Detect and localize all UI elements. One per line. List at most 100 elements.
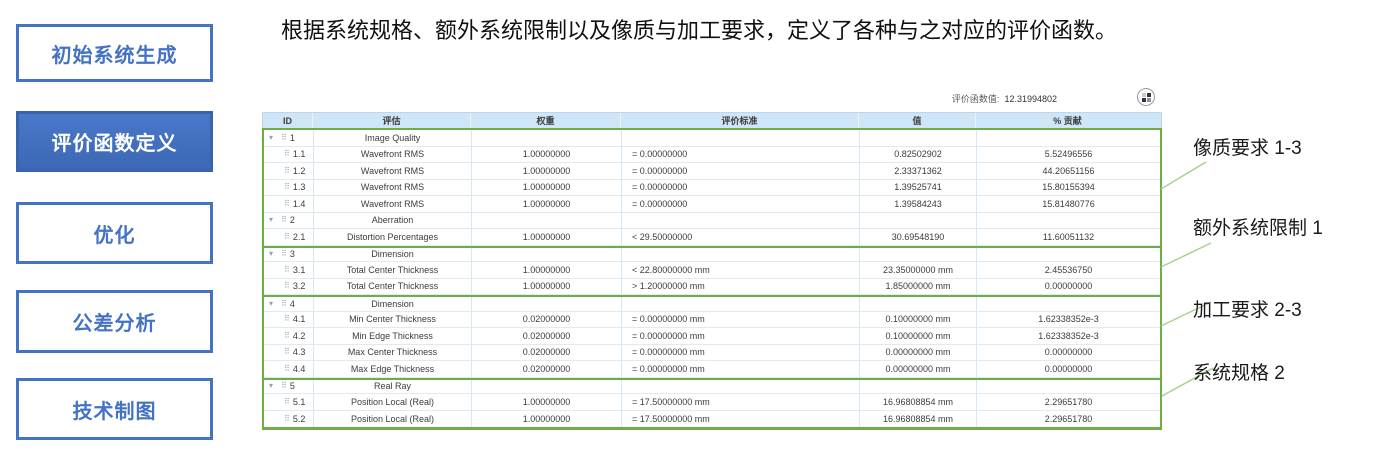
annotation-system-specifications: 系统规格 2: [1193, 358, 1285, 385]
header-cell-contribution[interactable]: % 贡献: [976, 113, 1159, 128]
sidebar-item-technical-drawing[interactable]: 技术制图: [16, 378, 213, 440]
cell-value: 2.33371362: [860, 163, 977, 179]
cell-criterion: [622, 130, 860, 146]
drag-handle-icon[interactable]: ⠿: [284, 348, 290, 356]
cell-weight: 0.02000000: [472, 328, 622, 344]
chevron-down-icon[interactable]: ▾: [269, 216, 278, 224]
cell-value: [860, 213, 977, 229]
cell-weight: 0.02000000: [472, 345, 622, 361]
cell-weight: 1.00000000: [472, 180, 622, 196]
table-row[interactable]: ⠿5.2Position Local (Real)1.00000000= 17.…: [264, 411, 1160, 428]
cell-criterion: = 17.50000000 mm: [622, 411, 860, 428]
drag-handle-icon[interactable]: ⠿: [284, 415, 290, 423]
drag-handle-icon[interactable]: ⠿: [284, 233, 290, 241]
annotation-extra-system-constraints: 额外系统限制 1: [1193, 213, 1323, 240]
merit-value: 12.31994802: [1004, 94, 1057, 104]
table-row[interactable]: ⠿1.3 Wavefront RMS1.00000000= 0.000000001…: [264, 180, 1160, 197]
cell-criterion: [622, 380, 860, 394]
table-row[interactable]: ⠿4.1Min Center Thickness0.02000000= 0.00…: [264, 312, 1160, 329]
drag-handle-icon[interactable]: ⠿: [284, 365, 290, 373]
cell-weight: 1.00000000: [472, 229, 622, 245]
cell-weight: 1.00000000: [472, 394, 622, 410]
drag-handle-icon[interactable]: ⠿: [284, 315, 290, 323]
cell-weight: 1.00000000: [472, 279, 622, 295]
cell-evaluation: Position Local (Real): [314, 394, 472, 410]
cell-criterion: = 0.00000000 mm: [622, 345, 860, 361]
sidebar-item-label: 技术制图: [73, 395, 157, 424]
drag-handle-icon[interactable]: ⠿: [281, 250, 287, 258]
row-id: 4: [290, 299, 295, 309]
drag-handle-icon[interactable]: ⠿: [284, 200, 290, 208]
cell-id: ▾⠿2: [264, 213, 314, 229]
cell-criterion: = 0.00000000: [622, 147, 860, 163]
cell-evaluation: Dimension: [314, 297, 472, 311]
header-cell-criterion[interactable]: 评价标准: [621, 113, 859, 128]
table-row[interactable]: ⠿3.1Total Center Thickness1.00000000< 22…: [264, 262, 1160, 279]
drag-handle-icon[interactable]: ⠿: [284, 266, 290, 274]
drag-handle-icon[interactable]: ⠿: [284, 150, 290, 158]
row-id: 1.3: [293, 182, 306, 192]
merit-value-label: 评价函数值:: [952, 94, 1000, 104]
cell-id: ⠿4.4: [264, 361, 314, 377]
row-id: 1.2: [293, 166, 306, 176]
cell-contribution: 2.29651780: [977, 394, 1160, 410]
table-row[interactable]: ▾⠿2Aberration: [264, 213, 1160, 230]
sidebar-item-merit-function-definition[interactable]: 评价函数定义: [16, 111, 213, 172]
drag-handle-icon[interactable]: ⠿: [281, 216, 287, 224]
slide-canvas: 初始系统生成 评价函数定义 优化 公差分析 技术制图 根据系统规格、额外系统限制…: [0, 0, 1383, 453]
cell-value: 1.85000000 mm: [860, 279, 977, 295]
table-row[interactable]: ⠿4.2Min Edge Thickness0.02000000= 0.0000…: [264, 328, 1160, 345]
drag-handle-icon[interactable]: ⠿: [284, 332, 290, 340]
cell-id: ⠿4.2: [264, 328, 314, 344]
cell-criterion: [622, 297, 860, 311]
cell-contribution: 2.29651780: [977, 411, 1160, 428]
annotation-manufacturing-requirements: 加工要求 2-3: [1193, 295, 1302, 322]
table-row[interactable]: ▾⠿1Image Quality: [264, 130, 1160, 147]
cell-value: 0.10000000 mm: [860, 328, 977, 344]
table-row[interactable]: ⠿5.1Position Local (Real)1.00000000= 17.…: [264, 394, 1160, 411]
table-row[interactable]: ⠿3.2Total Center Thickness1.00000000> 1.…: [264, 279, 1160, 296]
chevron-down-icon[interactable]: ▾: [269, 300, 278, 308]
drag-handle-icon[interactable]: ⠿: [284, 398, 290, 406]
cell-criterion: [622, 248, 860, 262]
drag-handle-icon[interactable]: ⠿: [284, 282, 290, 290]
drag-handle-icon[interactable]: ⠿: [281, 382, 287, 390]
cell-contribution: 0.00000000: [977, 361, 1160, 377]
table-row[interactable]: ▾⠿4 Dimension: [264, 295, 1160, 312]
table-row[interactable]: ⠿1.4Wavefront RMS1.00000000= 0.000000001…: [264, 196, 1160, 213]
row-id: 4.3: [293, 347, 306, 357]
table-row[interactable]: ▾⠿3Dimension: [264, 246, 1160, 263]
drag-handle-icon[interactable]: ⠿: [281, 300, 287, 308]
chevron-down-icon[interactable]: ▾: [269, 134, 278, 142]
cell-evaluation: Wavefront RMS: [314, 180, 472, 196]
drag-handle-icon[interactable]: ⠿: [284, 167, 290, 175]
table-row[interactable]: ⠿4.3Max Center Thickness0.02000000= 0.00…: [264, 345, 1160, 362]
sidebar-item-optimization[interactable]: 优化: [16, 202, 213, 264]
sidebar-item-tolerance-analysis[interactable]: 公差分析: [16, 290, 213, 353]
header-cell-value[interactable]: 值: [859, 113, 976, 128]
header-cell-weight[interactable]: 权重: [471, 113, 621, 128]
cell-weight: 1.00000000: [472, 411, 622, 428]
sidebar-item-initial-system-generation[interactable]: 初始系统生成: [16, 24, 213, 82]
chevron-down-icon[interactable]: ▾: [269, 250, 278, 258]
drag-handle-icon[interactable]: ⠿: [284, 183, 290, 191]
drag-handle-icon[interactable]: ⠿: [281, 134, 287, 142]
cell-value: 1.39525741: [860, 180, 977, 196]
cell-id: ⠿1.1: [264, 147, 314, 163]
header-cell-evaluation[interactable]: 评估: [313, 113, 471, 128]
cell-contribution: [977, 248, 1160, 262]
row-id: 3.2: [293, 281, 306, 291]
table-row[interactable]: ⠿1.1Wavefront RMS1.00000000= 0.000000000…: [264, 147, 1160, 164]
chevron-down-icon[interactable]: ▾: [269, 382, 278, 390]
table-row[interactable]: ⠿4.4Max Edge Thickness0.02000000= 0.0000…: [264, 361, 1160, 378]
row-id: 5.1: [293, 397, 306, 407]
table-row[interactable]: ⠿2.1Distortion Percentages1.00000000< 29…: [264, 229, 1160, 246]
cell-id: ▾⠿3: [264, 248, 314, 262]
table-row[interactable]: ⠿1.2Wavefront RMS1.00000000= 0.000000002…: [264, 163, 1160, 180]
cell-value: 1.39584243: [860, 196, 977, 212]
grid-view-icon[interactable]: [1137, 88, 1155, 106]
header-cell-id[interactable]: ID: [263, 113, 313, 128]
cell-criterion: = 0.00000000: [622, 180, 860, 196]
table-row[interactable]: ▾⠿5Real Ray: [264, 378, 1160, 395]
cell-contribution: [977, 297, 1160, 311]
